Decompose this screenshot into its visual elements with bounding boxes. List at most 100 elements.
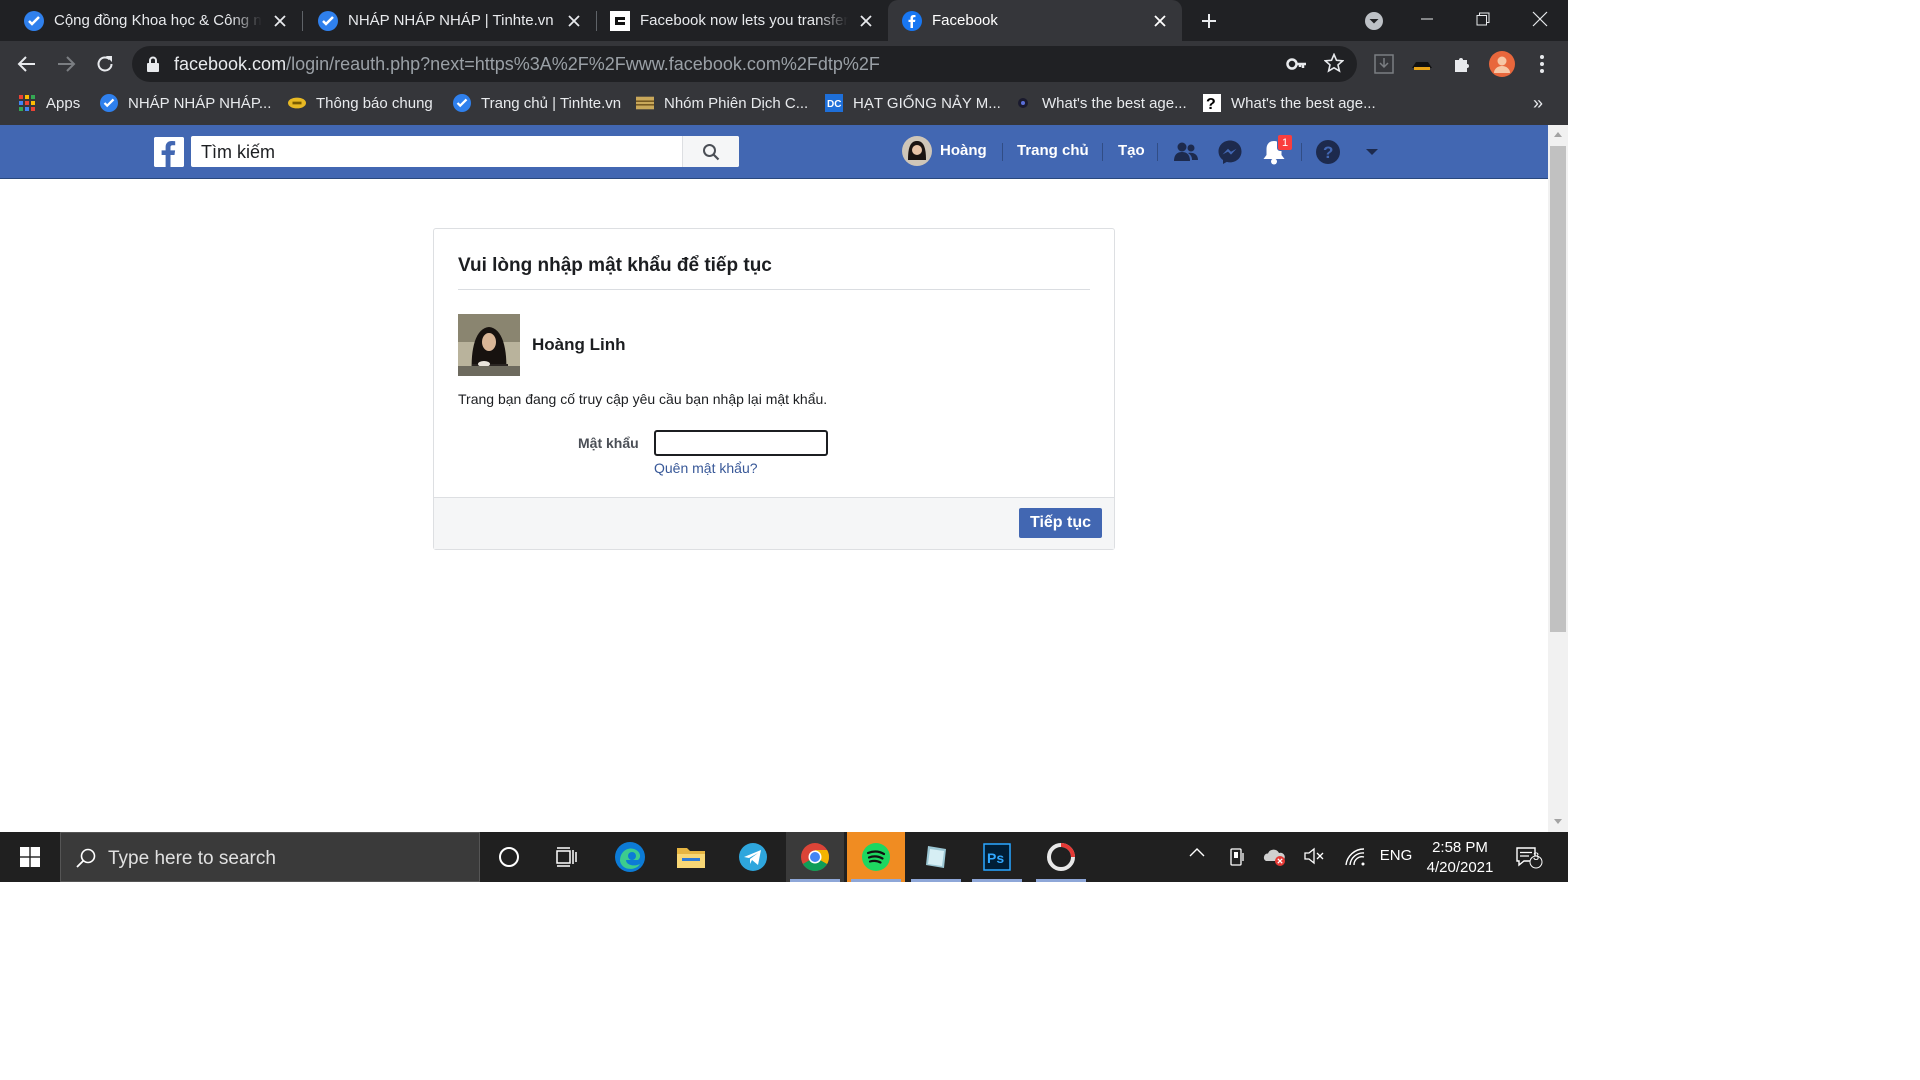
start-button[interactable] bbox=[0, 832, 60, 882]
new-tab-button[interactable] bbox=[1197, 9, 1221, 33]
recorder-app[interactable] bbox=[1032, 832, 1090, 882]
show-hidden-icons-button[interactable] bbox=[1186, 847, 1208, 857]
forgot-password-link[interactable]: Quên mật khẩu? bbox=[654, 460, 758, 476]
url-text[interactable]: facebook.com/login/reauth.php?next=https… bbox=[174, 54, 880, 75]
clock-date: 4/20/2021 bbox=[1426, 859, 1494, 876]
close-tab-icon[interactable] bbox=[856, 11, 876, 31]
bookmark-thong-bao[interactable]: Thông báo chung bbox=[288, 87, 433, 119]
facebook-search-bar: Tìm kiếm bbox=[191, 136, 739, 167]
bookmark-best-age-1[interactable]: What's the best age... bbox=[1014, 87, 1187, 119]
home-nav-link[interactable]: Trang chủ bbox=[1017, 139, 1089, 163]
reload-icon bbox=[97, 56, 113, 72]
bookmark-trang-chu-tinhte[interactable]: Trang chủ | Tinhte.vn bbox=[453, 87, 621, 119]
download-extension-button[interactable] bbox=[1372, 52, 1396, 76]
tab-search-button[interactable] bbox=[1362, 9, 1386, 33]
photoshop-app[interactable]: Ps bbox=[968, 832, 1026, 882]
tab-title: NHÁP NHÁP NHÁP | Tinhte.vn bbox=[348, 12, 554, 29]
action-center-button[interactable]: 3 bbox=[1514, 845, 1544, 869]
dc-icon: DC bbox=[825, 94, 843, 112]
tab-title: Cộng đồng Khoa học & Công ng bbox=[54, 12, 262, 29]
messenger-button[interactable] bbox=[1215, 137, 1245, 167]
svg-text:?: ? bbox=[1323, 143, 1333, 162]
bookmark-best-age-2[interactable]: ? What's the best age... bbox=[1203, 87, 1376, 119]
input-language-button[interactable]: ENG bbox=[1378, 847, 1414, 864]
forward-button[interactable] bbox=[54, 52, 78, 76]
facebook-f-icon bbox=[154, 137, 184, 167]
task-view-button[interactable] bbox=[538, 832, 596, 882]
notes-app[interactable] bbox=[907, 832, 965, 882]
close-tab-icon[interactable] bbox=[564, 11, 584, 31]
reload-button[interactable] bbox=[93, 52, 117, 76]
facebook-search-button[interactable] bbox=[682, 136, 739, 167]
profile-button[interactable] bbox=[1489, 51, 1515, 77]
lock-icon[interactable] bbox=[146, 56, 160, 72]
car-extension-button[interactable] bbox=[1410, 52, 1434, 76]
clock-time: 2:58 PM bbox=[1432, 839, 1488, 856]
reauth-footer: Tiếp tục bbox=[434, 497, 1114, 549]
recorder-icon bbox=[1047, 843, 1075, 871]
help-button[interactable]: ? bbox=[1313, 137, 1343, 167]
address-bar[interactable]: facebook.com/login/reauth.php?next=https… bbox=[132, 46, 1357, 82]
create-nav-link[interactable]: Tạo bbox=[1118, 139, 1145, 163]
extensions-button[interactable] bbox=[1450, 52, 1474, 76]
messenger-icon bbox=[1218, 140, 1242, 164]
bookmark-nhap[interactable]: NHÁP NHÁP NHÁP... bbox=[100, 87, 271, 119]
more-bookmarks-button[interactable]: » bbox=[1533, 87, 1543, 119]
bookmark-hat-giong[interactable]: DC HẠT GIỐNG NẢY M... bbox=[825, 87, 1001, 119]
reauth-title: Vui lòng nhập mật khẩu để tiếp tục bbox=[458, 255, 772, 276]
tab-tinhte-community[interactable]: Cộng đồng Khoa học & Công ng bbox=[0, 0, 302, 41]
onedrive-status-button[interactable] bbox=[1262, 847, 1288, 867]
password-input[interactable] bbox=[654, 430, 828, 456]
windows-taskbar: Type here to search Ps ENG 2:58 PM 4/20/… bbox=[0, 832, 1568, 882]
facebook-logo[interactable] bbox=[154, 137, 184, 167]
bookmark-label: Thông báo chung bbox=[316, 94, 433, 112]
nav-divider bbox=[1102, 143, 1103, 161]
bookmark-label: HẠT GIỐNG NẢY M... bbox=[853, 94, 1001, 112]
bookmark-label: Apps bbox=[46, 94, 81, 112]
close-window-button[interactable] bbox=[1525, 6, 1555, 32]
profile-avatar-icon bbox=[1489, 51, 1515, 77]
account-menu-button[interactable] bbox=[1357, 137, 1387, 167]
device-icon bbox=[1230, 848, 1244, 866]
facebook-search-input[interactable]: Tìm kiếm bbox=[201, 142, 275, 163]
tab-tinhte-draft[interactable]: NHÁP NHÁP NHÁP | Tinhte.vn bbox=[294, 0, 596, 41]
browser-menu-button[interactable] bbox=[1530, 52, 1554, 76]
volume-button[interactable] bbox=[1303, 847, 1325, 865]
restore-window-button[interactable] bbox=[1468, 6, 1498, 32]
back-button[interactable] bbox=[15, 52, 39, 76]
friends-icon bbox=[1174, 142, 1198, 161]
friend-requests-button[interactable] bbox=[1171, 137, 1201, 167]
scroll-down-arrow-icon[interactable] bbox=[1553, 818, 1563, 826]
tray-device-icon-button[interactable] bbox=[1226, 847, 1248, 867]
password-label: Mật khẩu bbox=[578, 435, 639, 451]
taskbar-search-box[interactable]: Type here to search bbox=[60, 832, 480, 882]
scroll-up-arrow-icon[interactable] bbox=[1553, 130, 1563, 138]
scrollbar-thumb[interactable] bbox=[1550, 146, 1566, 632]
bookmarks-bar: Apps NHÁP NHÁP NHÁP... Thông báo chung T… bbox=[0, 87, 1568, 125]
bookmark-nhom-phien-dich[interactable]: Nhóm Phiên Dịch C... bbox=[636, 87, 808, 119]
spotify-app[interactable] bbox=[847, 832, 905, 882]
title-divider bbox=[458, 289, 1090, 290]
close-tab-icon[interactable] bbox=[1150, 11, 1170, 31]
tab-engadget-article[interactable]: Facebook now lets you transfer p bbox=[586, 0, 888, 41]
minimize-window-button[interactable] bbox=[1412, 6, 1442, 32]
bookmark-label: Nhóm Phiên Dịch C... bbox=[664, 94, 809, 112]
task-view-icon bbox=[556, 847, 577, 867]
taskbar-clock[interactable]: 2:58 PM 4/20/2021 bbox=[1420, 838, 1500, 878]
telegram-app[interactable] bbox=[724, 832, 782, 882]
file-explorer-app[interactable] bbox=[662, 832, 720, 882]
close-tab-icon[interactable] bbox=[270, 11, 290, 31]
facebook-favicon-icon bbox=[902, 10, 922, 31]
chrome-app[interactable] bbox=[786, 832, 844, 882]
caret-down-icon bbox=[1366, 149, 1378, 155]
network-button[interactable] bbox=[1343, 847, 1367, 867]
notice-icon bbox=[288, 94, 306, 112]
key-icon[interactable] bbox=[1286, 55, 1308, 73]
star-icon[interactable] bbox=[1324, 53, 1344, 73]
cortana-button[interactable] bbox=[480, 832, 538, 882]
edge-app[interactable] bbox=[601, 832, 659, 882]
bookmark-apps[interactable]: Apps bbox=[18, 87, 80, 119]
tab-facebook[interactable]: Facebook bbox=[888, 0, 1182, 41]
continue-button[interactable]: Tiếp tục bbox=[1018, 508, 1102, 538]
profile-nav-link[interactable]: Hoàng bbox=[902, 136, 987, 166]
